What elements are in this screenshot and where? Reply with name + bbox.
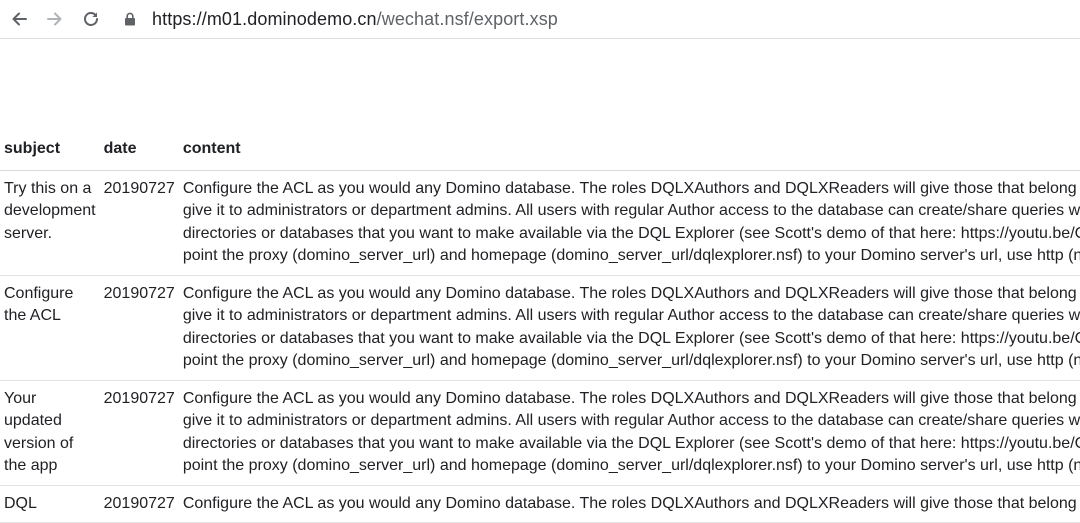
cell-date: 20190727: [99, 380, 179, 486]
content-line: directories or databases that you want t…: [182, 224, 1080, 242]
cell-content: Configure the ACL as you would any Domin…: [178, 275, 1080, 381]
subject-line: DQL: [4, 494, 37, 512]
subject-line: Your: [4, 389, 37, 407]
subject-line: version of: [4, 434, 74, 452]
arrow-left-icon[interactable]: [8, 8, 30, 30]
reload-icon[interactable]: [80, 8, 102, 30]
content-line: point the proxy (domino_server_url) and …: [182, 247, 1080, 264]
content-line: directories or databases that you want t…: [182, 329, 1080, 347]
subject-line: Try this on a: [4, 179, 92, 197]
browser-toolbar: https://m01.dominodemo.cn/wechat.nsf/exp…: [0, 0, 1080, 38]
cell-content: Configure the ACL as you would any Domin…: [178, 380, 1080, 486]
table-row: DQL 20190727 Configure the ACL as you woul…: [0, 485, 1080, 523]
content-line: Configure the ACL as you would any Domin…: [182, 494, 1077, 512]
content-line: give it to administrators or department …: [182, 307, 1080, 324]
subject-line: updated: [4, 412, 62, 429]
cell-subject: Try this on a development server.: [0, 170, 100, 276]
table-row: Configure the ACL 20190727 Configure the AC…: [0, 275, 1080, 381]
cell-subject: Configure the ACL: [0, 275, 100, 381]
cell-date: 20190727: [99, 485, 179, 523]
cell-date: 20190727: [99, 275, 179, 381]
table-header-row: subject date content: [0, 132, 1080, 171]
content-line: Configure the ACL as you would any Domin…: [182, 179, 1077, 197]
content-line: directories or databases that you want t…: [182, 434, 1080, 452]
subject-line: server.: [4, 224, 53, 242]
column-header-subject: subject: [0, 132, 100, 171]
content-line: point the proxy (domino_server_url) and …: [182, 352, 1080, 369]
export-table: subject date content Try this on a develo…: [0, 132, 1080, 523]
table-body: Try this on a development server. 20190727 C…: [0, 170, 1080, 523]
arrow-right-icon[interactable]: [44, 8, 66, 30]
subject-line: the app: [4, 457, 58, 474]
cell-content: Configure the ACL as you would any Domin…: [178, 170, 1080, 276]
subject-line: Configure: [4, 284, 74, 302]
column-header-date: date: [99, 132, 179, 171]
cell-content: Configure the ACL as you would any Domin…: [178, 485, 1080, 523]
subject-line: development: [4, 202, 96, 219]
content-line: point the proxy (domino_server_url) and …: [182, 457, 1080, 474]
lock-icon[interactable]: [124, 11, 140, 27]
url-path: /wechat.nsf/export.xsp: [376, 8, 558, 29]
cell-date: 20190727: [99, 170, 179, 276]
cell-subject: DQL: [0, 485, 100, 523]
table-row: Your updated version of the app 20190727 Conf…: [0, 380, 1080, 486]
address-bar[interactable]: https://m01.dominodemo.cn/wechat.nsf/exp…: [124, 4, 558, 34]
content-line: give it to administrators or department …: [182, 412, 1080, 429]
column-header-content: content: [178, 132, 1080, 171]
cell-subject: Your updated version of the app: [0, 380, 100, 486]
toolbar-divider: [0, 38, 1080, 39]
table-row: Try this on a development server. 20190727 C…: [0, 170, 1080, 276]
subject-line: the ACL: [4, 307, 61, 324]
content-line: Configure the ACL as you would any Domin…: [182, 284, 1077, 302]
url-domain: https://m01.dominodemo.cn: [152, 8, 377, 29]
content-line: Configure the ACL as you would any Domin…: [182, 389, 1077, 407]
content-line: give it to administrators or department …: [182, 202, 1080, 219]
